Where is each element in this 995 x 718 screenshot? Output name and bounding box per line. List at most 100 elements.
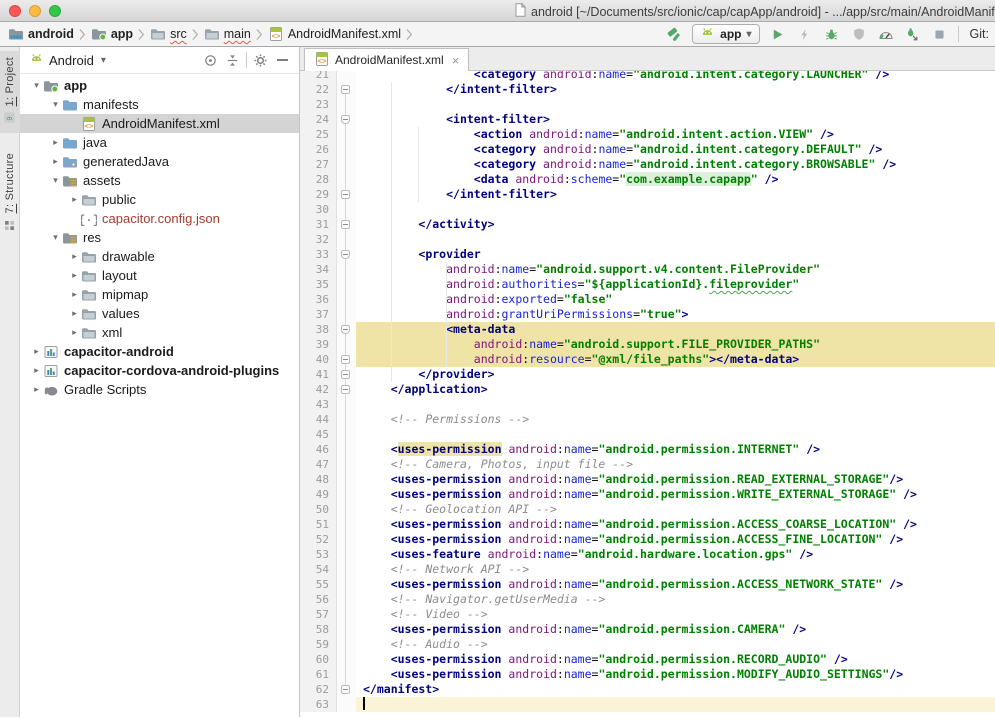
code-line-text[interactable]: </intent-filter> xyxy=(356,187,995,202)
expand-arrow-icon[interactable]: ▾ xyxy=(49,99,62,110)
gear-icon[interactable] xyxy=(252,52,269,69)
code-line-38[interactable]: 38 <meta-data xyxy=(300,322,995,337)
tree-item-androidmanifest-xml[interactable]: <>AndroidManifest.xml xyxy=(20,114,299,133)
tree-item-values[interactable]: ▸values xyxy=(20,304,299,323)
code-line-25[interactable]: 25 <action android:name="android.intent.… xyxy=(300,127,995,142)
code-line-text[interactable]: <!-- Network API --> xyxy=(356,562,995,577)
code-line-text[interactable]: android:authorities="${applicationId}.fi… xyxy=(356,277,995,292)
code-line-text[interactable]: android:grantUriPermissions="true"> xyxy=(356,307,995,322)
breadcrumb-src[interactable]: src xyxy=(150,26,187,42)
project-view-selector[interactable]: Android xyxy=(49,53,94,68)
collapse-all-icon[interactable] xyxy=(224,52,241,69)
code-line-text[interactable]: <uses-permission android:name="android.p… xyxy=(356,472,995,487)
fold-marker-icon[interactable] xyxy=(341,685,350,694)
document-proxy-icon[interactable] xyxy=(515,3,526,20)
tree-item-capacitor-android[interactable]: ▸capacitor-android xyxy=(20,342,299,361)
code-line-text[interactable]: <category android:name="android.intent.c… xyxy=(356,71,995,82)
expand-arrow-icon[interactable]: ▸ xyxy=(30,365,43,376)
code-line-49[interactable]: 49 <uses-permission android:name="androi… xyxy=(300,487,995,502)
code-line-text[interactable]: android:name="android.support.FILE_PROVI… xyxy=(356,337,995,352)
code-line-text[interactable]: <data android:scheme="com.example.capapp… xyxy=(356,172,995,187)
tree-item-generatedjava[interactable]: ▸generatedJava xyxy=(20,152,299,171)
expand-arrow-icon[interactable]: ▸ xyxy=(68,327,81,338)
code-line-text[interactable]: <uses-permission android:name="android.p… xyxy=(356,622,995,637)
tree-item-gradle-scripts[interactable]: ▸Gradle Scripts xyxy=(20,380,299,399)
fold-marker-icon[interactable] xyxy=(341,190,350,199)
breadcrumb-main[interactable]: main xyxy=(204,26,251,42)
fold-marker-icon[interactable] xyxy=(341,220,350,229)
code-line-text[interactable]: <uses-permission android:name="android.p… xyxy=(356,442,995,457)
code-line-46[interactable]: 46 <uses-permission android:name="androi… xyxy=(300,442,995,457)
code-line-28[interactable]: 28 <data android:scheme="com.example.cap… xyxy=(300,172,995,187)
code-line-text[interactable] xyxy=(356,427,995,442)
code-line-62[interactable]: 62</manifest> xyxy=(300,682,995,697)
code-line-text[interactable]: <!-- Geolocation API --> xyxy=(356,502,995,517)
code-line-text[interactable]: <uses-feature android:name="android.hard… xyxy=(356,547,995,562)
tree-item-manifests[interactable]: ▾manifests xyxy=(20,95,299,114)
code-line-60[interactable]: 60 <uses-permission android:name="androi… xyxy=(300,652,995,667)
code-line-48[interactable]: 48 <uses-permission android:name="androi… xyxy=(300,472,995,487)
apply-changes-icon[interactable] xyxy=(796,25,814,43)
code-line-text[interactable] xyxy=(356,232,995,247)
close-window-button[interactable] xyxy=(9,5,21,17)
code-line-53[interactable]: 53 <uses-feature android:name="android.h… xyxy=(300,547,995,562)
expand-arrow-icon[interactable]: ▸ xyxy=(30,384,43,395)
code-line-61[interactable]: 61 <uses-permission android:name="androi… xyxy=(300,667,995,682)
code-line-text[interactable]: <uses-permission android:name="android.p… xyxy=(356,667,995,682)
tree-item-capacitor-config-json[interactable]: {·}capacitor.config.json xyxy=(20,209,299,228)
code-line-text[interactable]: <uses-permission android:name="android.p… xyxy=(356,517,995,532)
code-line-32[interactable]: 32 xyxy=(300,232,995,247)
code-line-43[interactable]: 43 xyxy=(300,397,995,412)
code-line-47[interactable]: 47 <!-- Camera, Photos, input file --> xyxy=(300,457,995,472)
build-hammer-icon[interactable] xyxy=(665,25,683,43)
expand-arrow-icon[interactable]: ▸ xyxy=(68,289,81,300)
code-line-text[interactable]: <intent-filter> xyxy=(356,112,995,127)
code-line-55[interactable]: 55 <uses-permission android:name="androi… xyxy=(300,577,995,592)
code-line-23[interactable]: 23 xyxy=(300,97,995,112)
expand-arrow-icon[interactable]: ▸ xyxy=(68,194,81,205)
code-line-text[interactable]: android:resource="@xml/file_paths"></met… xyxy=(356,352,995,367)
tree-item-capacitor-cordova-android-plugins[interactable]: ▸capacitor-cordova-android-plugins xyxy=(20,361,299,380)
tree-item-res[interactable]: ▾res xyxy=(20,228,299,247)
code-line-21[interactable]: 21 <category android:name="android.inten… xyxy=(300,71,995,82)
profiler-button[interactable] xyxy=(877,25,895,43)
code-line-56[interactable]: 56 <!-- Navigator.getUserMedia --> xyxy=(300,592,995,607)
expand-arrow-icon[interactable]: ▸ xyxy=(30,346,43,357)
code-line-37[interactable]: 37 android:grantUriPermissions="true"> xyxy=(300,307,995,322)
code-line-text[interactable]: <!-- Camera, Photos, input file --> xyxy=(356,457,995,472)
code-line-text[interactable]: </provider> xyxy=(356,367,995,382)
code-line-40[interactable]: 40 android:resource="@xml/file_paths"></… xyxy=(300,352,995,367)
code-line-text[interactable]: android:name="android.support.v4.content… xyxy=(356,262,995,277)
code-line-36[interactable]: 36 android:exported="false" xyxy=(300,292,995,307)
code-line-63[interactable]: 63 xyxy=(300,697,995,712)
chevron-down-icon[interactable]: ▾ xyxy=(101,55,106,66)
code-line-text[interactable]: <uses-permission android:name="android.p… xyxy=(356,487,995,502)
stop-button[interactable] xyxy=(931,25,949,43)
code-line-35[interactable]: 35 android:authorities="${applicationId}… xyxy=(300,277,995,292)
fold-marker-icon[interactable] xyxy=(341,355,350,364)
code-line-text[interactable]: android:exported="false" xyxy=(356,292,995,307)
tool-button-structure[interactable]: 7: Structure xyxy=(0,147,20,240)
tree-item-java[interactable]: ▸java xyxy=(20,133,299,152)
code-line-58[interactable]: 58 <uses-permission android:name="androi… xyxy=(300,622,995,637)
fold-marker-icon[interactable] xyxy=(341,85,350,94)
fold-marker-icon[interactable] xyxy=(341,325,350,334)
code-line-59[interactable]: 59 <!-- Audio --> xyxy=(300,637,995,652)
code-line-26[interactable]: 26 <category android:name="android.inten… xyxy=(300,142,995,157)
code-line-34[interactable]: 34 android:name="android.support.v4.cont… xyxy=(300,262,995,277)
code-line-27[interactable]: 27 <category android:name="android.inten… xyxy=(300,157,995,172)
code-line-41[interactable]: 41 </provider> xyxy=(300,367,995,382)
expand-arrow-icon[interactable]: ▸ xyxy=(68,270,81,281)
code-line-text[interactable]: </intent-filter> xyxy=(356,82,995,97)
tree-item-xml[interactable]: ▸xml xyxy=(20,323,299,342)
expand-arrow-icon[interactable]: ▸ xyxy=(68,308,81,319)
breadcrumb-android[interactable]: android xyxy=(8,26,74,42)
run-button[interactable] xyxy=(769,25,787,43)
git-branch-label[interactable]: Git: xyxy=(970,27,989,41)
code-line-50[interactable]: 50 <!-- Geolocation API --> xyxy=(300,502,995,517)
code-line-31[interactable]: 31 </activity> xyxy=(300,217,995,232)
code-line-text[interactable]: </manifest> xyxy=(356,682,995,697)
tree-item-assets[interactable]: ▾assets xyxy=(20,171,299,190)
fold-marker-icon[interactable] xyxy=(341,370,350,379)
fold-marker-icon[interactable] xyxy=(341,250,350,259)
